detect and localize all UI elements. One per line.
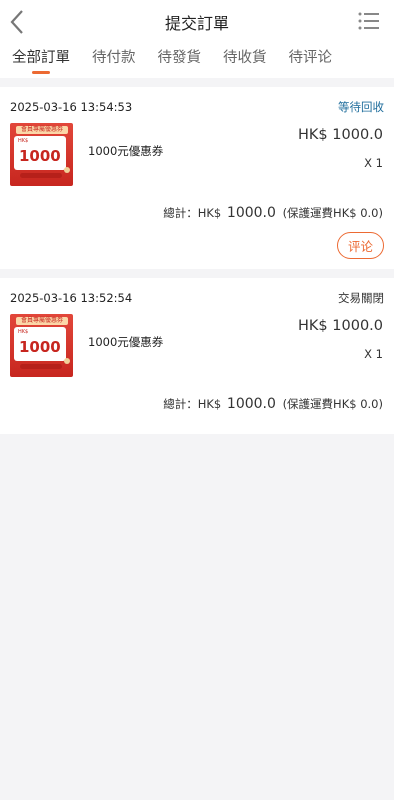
order-item[interactable]: 會員專屬優惠券 HK$ 1000 1000元優惠券 HK$ 1000.0 X 1	[10, 123, 384, 189]
total-amount: 1000.0	[226, 396, 276, 412]
order-tabs: 全部訂單 待付款 待發貨 待收貨 待评论	[0, 44, 394, 78]
order-status: 等待回收	[338, 100, 384, 114]
item-price: HK$ 1000.0	[298, 127, 383, 143]
thumb-banner: 會員專屬優惠券	[16, 317, 68, 325]
order-card[interactable]: 2025-03-16 13:52:54 交易關閉 會員專屬優惠券 HK$ 100…	[0, 278, 394, 434]
order-total: 總計：HK$ 1000.0 (保護運費HK$ 0.0)	[10, 396, 384, 424]
order-time: 2025-03-16 13:54:53	[10, 100, 133, 114]
total-label: 總計：HK$	[163, 206, 222, 220]
top-bar: 提交訂單	[0, 0, 394, 44]
review-button[interactable]: 评论	[336, 232, 384, 259]
shipping-fee: (保護運費HK$ 0.0)	[282, 397, 383, 411]
tab-all-orders[interactable]: 全部訂單	[12, 44, 70, 76]
coupon-thumbnail: 會員專屬優惠券 HK$ 1000	[10, 123, 73, 186]
coupon-thumbnail: 會員專屬優惠券 HK$ 1000	[10, 314, 73, 377]
shipping-fee: (保護運費HK$ 0.0)	[282, 206, 383, 220]
tab-pending-review[interactable]: 待评论	[289, 44, 333, 76]
total-label: 總計：HK$	[163, 397, 222, 411]
thumb-currency: HK$	[18, 329, 29, 335]
total-amount: 1000.0	[226, 205, 276, 221]
tab-pending-payment[interactable]: 待付款	[92, 44, 136, 76]
back-arrow-icon[interactable]	[6, 8, 30, 36]
thumb-currency: HK$	[18, 138, 29, 144]
order-status: 交易關閉	[338, 291, 384, 305]
order-item[interactable]: 會員專屬優惠券 HK$ 1000 1000元優惠券 HK$ 1000.0 X 1	[10, 314, 384, 380]
item-quantity: X 1	[364, 156, 383, 170]
order-card[interactable]: 2025-03-16 13:54:53 等待回收 會員專屬優惠券 HK$ 100…	[0, 87, 394, 269]
item-name: 1000元優惠券	[88, 335, 164, 349]
item-name: 1000元優惠券	[88, 144, 164, 158]
thumb-banner: 會員專屬優惠券	[16, 126, 68, 134]
order-time: 2025-03-16 13:52:54	[10, 291, 133, 305]
item-price: HK$ 1000.0	[298, 318, 383, 334]
tab-pending-shipment[interactable]: 待發貨	[158, 44, 202, 76]
list-menu-icon[interactable]	[358, 11, 380, 31]
page-title: 提交訂單	[164, 14, 229, 33]
order-total: 總計：HK$ 1000.0 (保護運費HK$ 0.0)	[10, 205, 384, 221]
tab-pending-receipt[interactable]: 待收貨	[223, 44, 267, 76]
item-quantity: X 1	[364, 347, 383, 361]
thumb-amount: 1000	[19, 338, 61, 356]
thumb-amount: 1000	[19, 147, 61, 165]
